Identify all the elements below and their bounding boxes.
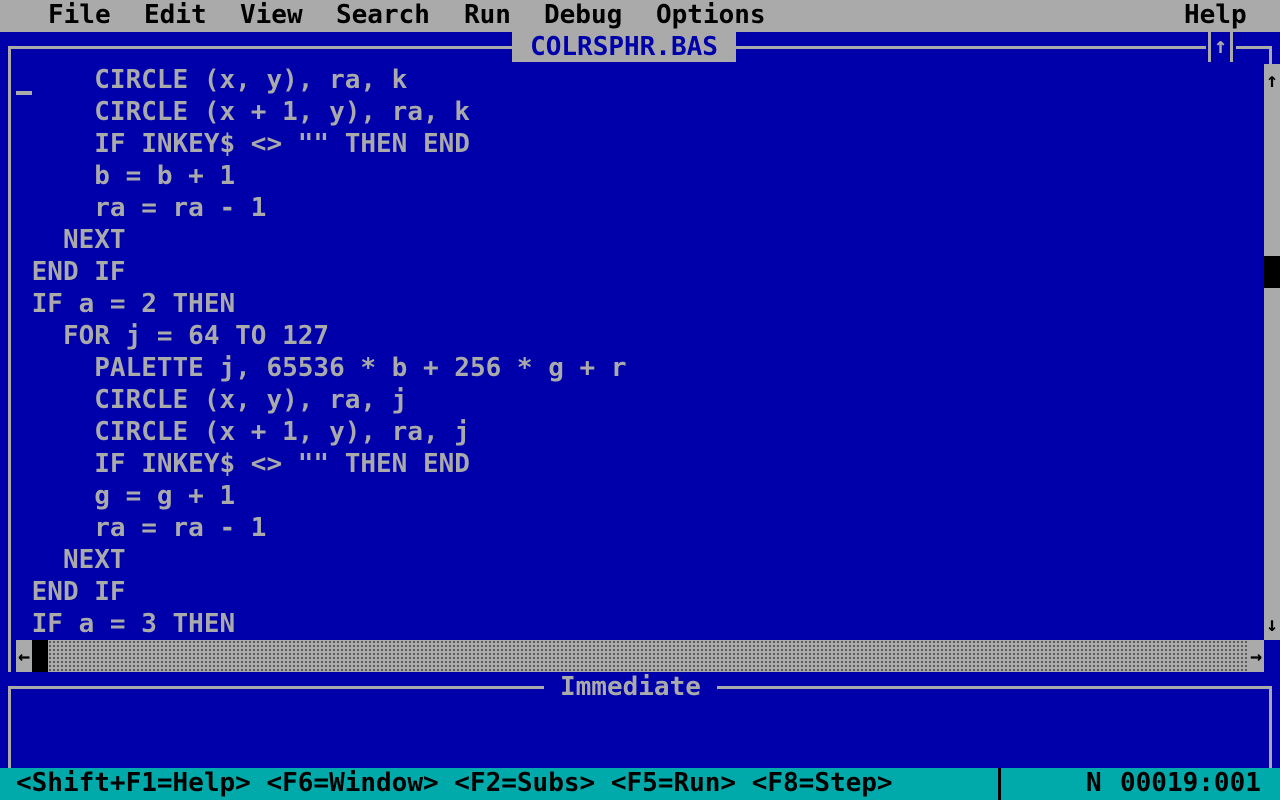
code-line[interactable]: CIRCLE (x, y), ra, k [16, 64, 407, 96]
code-line[interactable]: END IF [16, 576, 126, 608]
text-cursor [16, 91, 32, 95]
editor-right-border [1269, 46, 1272, 64]
code-line[interactable]: ra = ra - 1 [16, 192, 266, 224]
code-line[interactable]: NEXT [16, 224, 126, 256]
maximize-icon: ↑ [1213, 34, 1228, 59]
maximize-button[interactable]: ↑ [1206, 32, 1236, 62]
code-line[interactable]: b = b + 1 [16, 160, 235, 192]
immediate-input-area[interactable] [16, 704, 1264, 768]
menu-run[interactable]: Run [464, 0, 511, 32]
menu-bar: File Edit View Search Run Debug Options … [0, 0, 1280, 32]
immediate-title[interactable]: Immediate [544, 672, 717, 704]
scroll-down-icon[interactable]: ↓ [1264, 608, 1280, 640]
cursor-position: 00019:001 [1120, 768, 1261, 798]
code-line[interactable]: IF a = 3 THEN [16, 608, 236, 640]
code-line[interactable]: IF a = 2 THEN [16, 288, 236, 320]
scroll-up-icon[interactable]: ↑ [1264, 64, 1280, 96]
code-line[interactable]: IF INKEY$ <> "" THEN END [16, 448, 470, 480]
menu-help[interactable]: Help [1184, 0, 1247, 32]
code-line[interactable]: NEXT [16, 544, 126, 576]
immediate-right-border [1269, 686, 1272, 768]
code-line[interactable]: CIRCLE (x + 1, y), ra, k [16, 96, 470, 128]
scroll-left-icon[interactable]: ← [16, 640, 32, 672]
vertical-scrollbar[interactable]: ↑ ↓ [1264, 64, 1280, 640]
horizontal-scroll-thumb[interactable] [32, 640, 48, 672]
menu-options[interactable]: Options [656, 0, 766, 32]
menu-view[interactable]: View [240, 0, 303, 32]
menu-debug[interactable]: Debug [544, 0, 622, 32]
immediate-left-border [8, 686, 11, 768]
code-line[interactable]: IF INKEY$ <> "" THEN END [16, 128, 470, 160]
status-mode-indicator: N [1086, 768, 1102, 798]
code-line[interactable]: g = g + 1 [16, 480, 235, 512]
code-line[interactable]: ra = ra - 1 [16, 512, 266, 544]
status-hints: <Shift+F1=Help> <F6=Window> <F2=Subs> <F… [16, 768, 893, 798]
status-bar: <Shift+F1=Help> <F6=Window> <F2=Subs> <F… [0, 768, 1280, 800]
vertical-scroll-thumb[interactable] [1264, 256, 1280, 288]
maximize-left-border [1208, 32, 1211, 62]
code-line[interactable]: END IF [16, 256, 126, 288]
code-line[interactable]: CIRCLE (x + 1, y), ra, j [16, 416, 470, 448]
maximize-right-border [1230, 32, 1233, 62]
status-separator [998, 768, 1001, 800]
scroll-right-icon[interactable]: → [1248, 640, 1264, 672]
code-line[interactable]: FOR j = 64 TO 127 [16, 320, 329, 352]
code-line[interactable]: CIRCLE (x, y), ra, j [16, 384, 407, 416]
horizontal-scrollbar[interactable]: ← → [16, 640, 1264, 672]
menu-edit[interactable]: Edit [144, 0, 207, 32]
code-line[interactable]: PALETTE j, 65536 * b + 256 * g + r [16, 352, 626, 384]
editor-left-border [8, 46, 11, 672]
menu-search[interactable]: Search [336, 0, 430, 32]
menu-file[interactable]: File [48, 0, 111, 32]
editor-title[interactable]: COLRSPHR.BAS [512, 32, 736, 62]
